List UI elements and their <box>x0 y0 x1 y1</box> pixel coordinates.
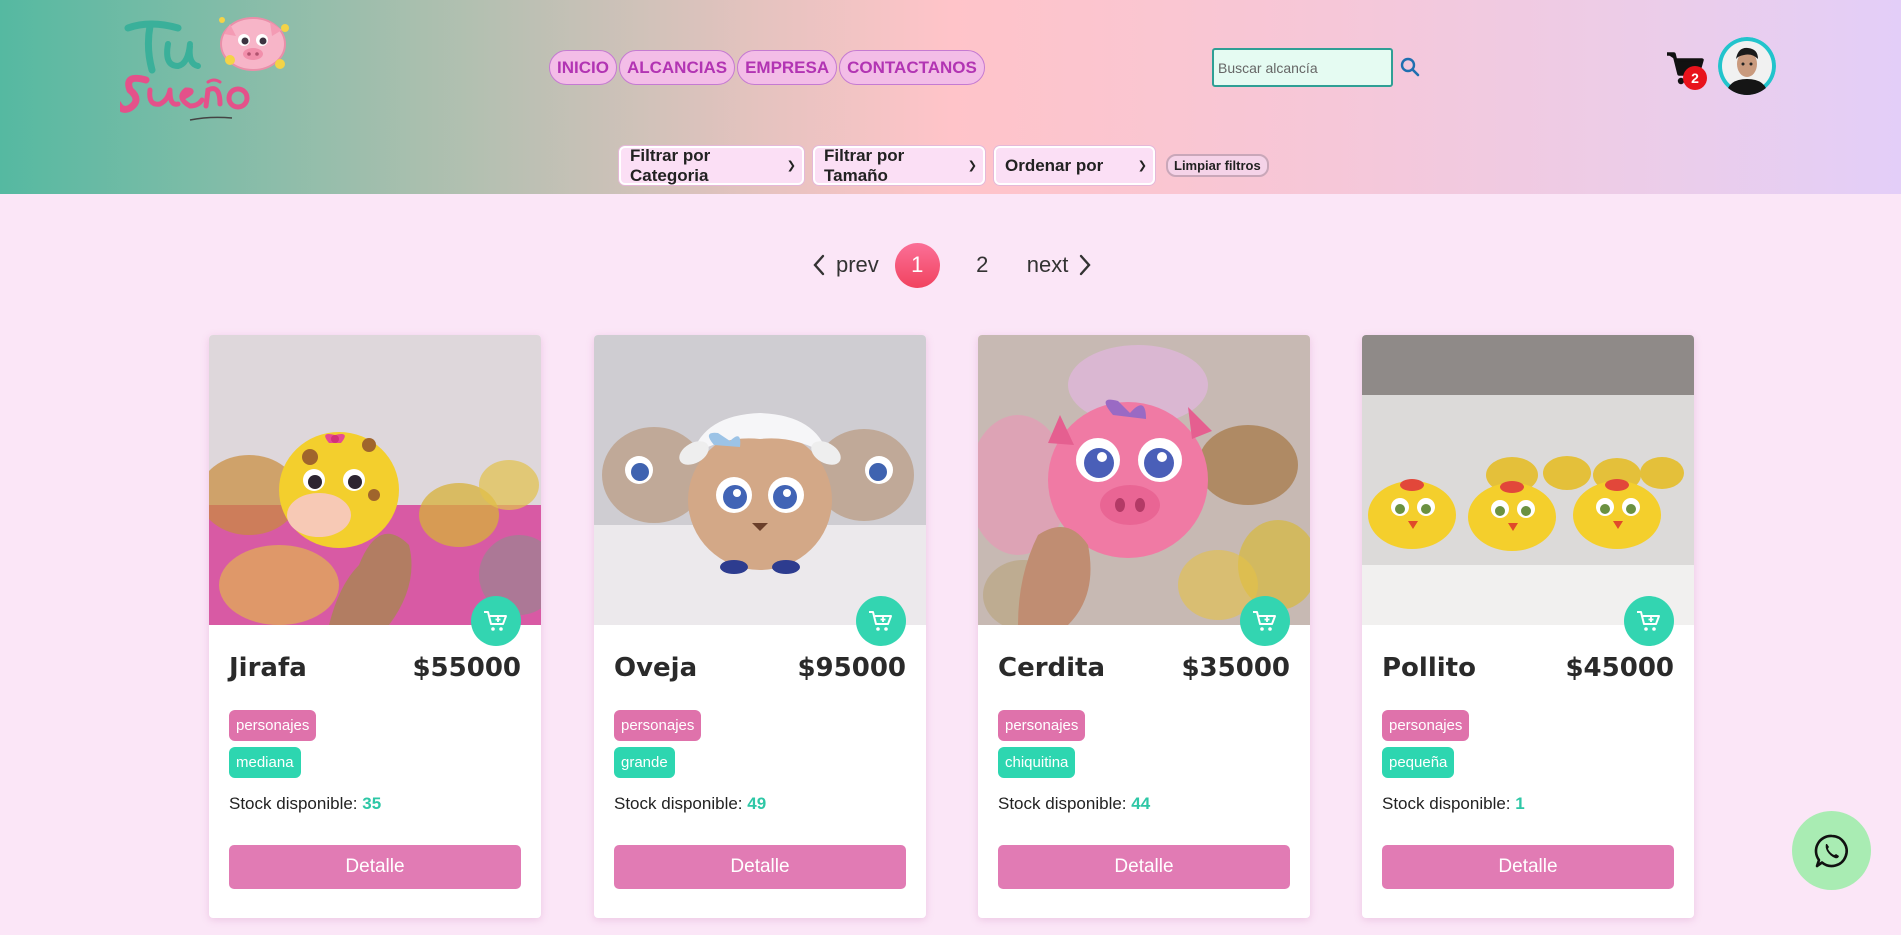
product-name: Oveja <box>614 653 698 683</box>
next-label: next <box>1026 252 1069 277</box>
detail-button[interactable]: Detalle <box>614 845 906 889</box>
product-price: $95000 <box>797 653 906 683</box>
whatsapp-icon <box>1814 834 1848 867</box>
detail-button[interactable]: Detalle <box>229 845 521 889</box>
product-card-oveja: Oveja $95000 personajes grande Stock dis… <box>594 335 926 918</box>
size-badge: chiquitina <box>998 747 1076 778</box>
stock-info: Stock disponible: 44 <box>998 794 1150 814</box>
size-filter-select[interactable]: Filtrar por Tamaño ❯ <box>813 146 985 185</box>
search-input[interactable] <box>1212 48 1393 87</box>
product-image-pig[interactable] <box>978 335 1310 625</box>
filter-bar: Filtrar por Categoria ❯ Filtrar por Tama… <box>619 146 1269 185</box>
nav-alcancias[interactable]: ALCANCIAS <box>618 50 736 85</box>
chevron-down-icon: ❯ <box>967 160 977 172</box>
stock-value: 35 <box>362 794 382 813</box>
order-select[interactable]: Ordenar por ❯ <box>994 146 1155 185</box>
nav-empresa[interactable]: EMPRESA <box>737 50 838 85</box>
stock-info: Stock disponible: 49 <box>614 794 766 814</box>
avatar[interactable] <box>1718 37 1776 95</box>
product-image-sheep[interactable] <box>594 335 926 625</box>
stock-value: 49 <box>747 794 767 813</box>
product-card-cerdita: Cerdita $35000 personajes chiquitina Sto… <box>978 335 1310 918</box>
product-name: Cerdita <box>998 653 1106 683</box>
nav-inicio[interactable]: INICIO <box>549 50 617 85</box>
chevron-left-icon <box>813 254 825 276</box>
add-to-cart-button[interactable] <box>1624 596 1674 646</box>
stock-value: 1 <box>1515 794 1525 813</box>
category-badge: personajes <box>614 710 702 741</box>
page-1-button[interactable]: 1 <box>894 242 940 288</box>
category-badge: personajes <box>1382 710 1470 741</box>
detail-button[interactable]: Detalle <box>1382 845 1674 889</box>
main-nav: INICIO ALCANCIAS EMPRESA CONTACTANOS <box>549 50 985 85</box>
search-icon[interactable] <box>1398 55 1422 79</box>
product-price: $55000 <box>412 653 521 683</box>
stock-label: Stock disponible: <box>614 794 743 813</box>
size-badge: grande <box>614 747 675 778</box>
pagination: prev 1 2 next <box>812 242 1092 288</box>
stock-label: Stock disponible: <box>229 794 358 813</box>
stock-label: Stock disponible: <box>998 794 1127 813</box>
product-card-pollito: Pollito $45000 personajes pequeña Stock … <box>1362 335 1694 918</box>
chevron-right-icon <box>1080 254 1091 276</box>
category-filter-select[interactable]: Filtrar por Categoria ❯ <box>619 146 804 185</box>
clear-filters-button[interactable]: Limpiar filtros <box>1166 154 1269 177</box>
detail-button[interactable]: Detalle <box>998 845 1290 889</box>
prev-label: prev <box>836 252 879 277</box>
size-filter-label: Filtrar por Tamaño <box>824 145 905 185</box>
add-to-cart-button[interactable] <box>471 596 521 646</box>
page-2-button[interactable]: 2 <box>960 243 1005 288</box>
chevron-down-icon: ❯ <box>1137 160 1147 172</box>
product-image-chick[interactable] <box>1362 335 1694 625</box>
add-cart-icon <box>1637 611 1660 631</box>
order-label: Ordenar por <box>1005 155 1104 175</box>
cart-count-badge: 2 <box>1683 66 1707 90</box>
add-to-cart-button[interactable] <box>856 596 906 646</box>
stock-info: Stock disponible: 35 <box>229 794 381 814</box>
product-name: Pollito <box>1382 653 1476 683</box>
stock-value: 44 <box>1131 794 1151 813</box>
nav-contactanos[interactable]: CONTACTANOS <box>839 50 985 85</box>
product-price: $45000 <box>1565 653 1674 683</box>
stock-label: Stock disponible: <box>1382 794 1511 813</box>
next-page-link[interactable]: next <box>1027 252 1093 278</box>
prev-page-link[interactable]: prev <box>812 252 879 278</box>
category-badge: personajes <box>998 710 1086 741</box>
add-cart-icon <box>1253 611 1276 631</box>
size-badge: pequeña <box>1382 747 1455 778</box>
product-image-giraffe[interactable] <box>209 335 541 625</box>
add-cart-icon <box>484 611 507 631</box>
size-badge: mediana <box>229 747 301 778</box>
add-to-cart-button[interactable] <box>1240 596 1290 646</box>
logo[interactable] <box>114 8 310 126</box>
whatsapp-button[interactable] <box>1792 811 1871 890</box>
chevron-down-icon: ❯ <box>786 160 796 172</box>
category-filter-label: Filtrar por Categoria <box>630 145 711 185</box>
product-card-jirafa: Jirafa $55000 personajes mediana Stock d… <box>209 335 541 918</box>
product-price: $35000 <box>1181 653 1290 683</box>
category-badge: personajes <box>229 710 317 741</box>
site-header: INICIO ALCANCIAS EMPRESA CONTACTANOS 2 <box>0 0 1901 194</box>
stock-info: Stock disponible: 1 <box>1382 794 1525 814</box>
product-name: Jirafa <box>229 653 307 683</box>
add-cart-icon <box>869 611 892 631</box>
